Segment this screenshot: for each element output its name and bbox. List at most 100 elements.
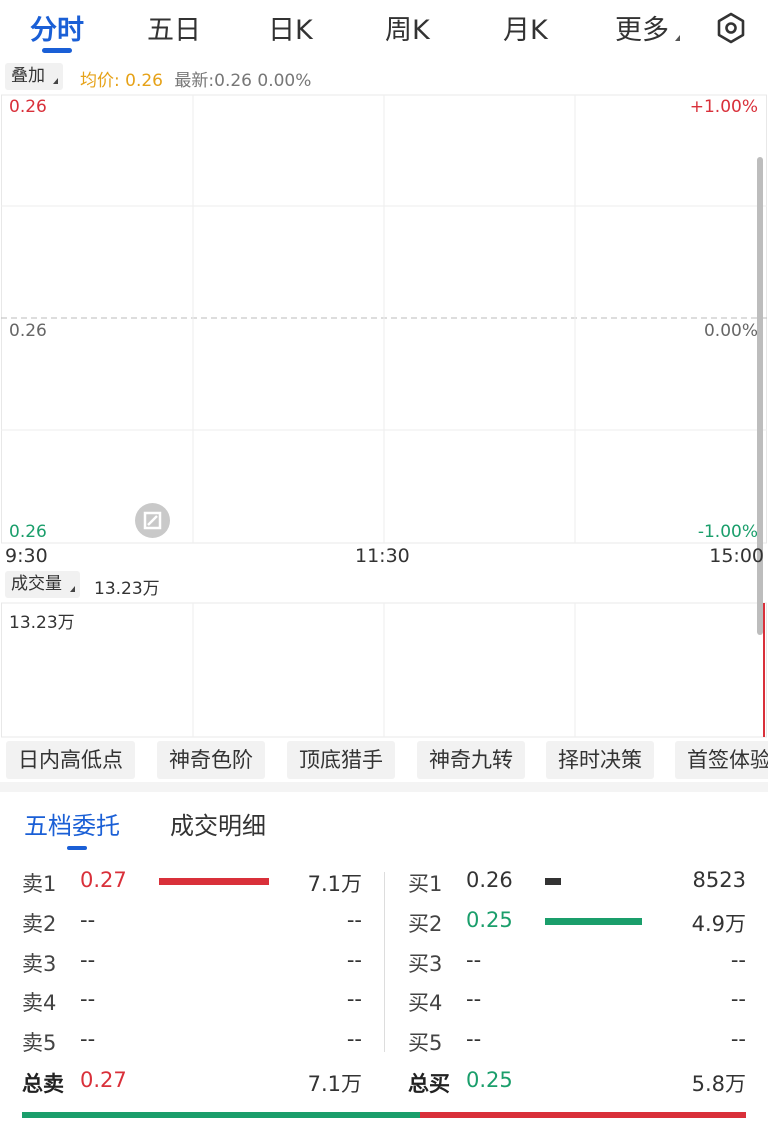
volume-label: 成交量 <box>11 574 62 594</box>
indicator-intraday-high-low[interactable]: 日内高低点 <box>6 741 135 779</box>
caret-down-icon <box>675 35 680 41</box>
section-separator <box>0 782 768 792</box>
tab-five-day[interactable]: 五日 <box>147 8 201 47</box>
settings-hexagon-icon[interactable] <box>714 11 748 45</box>
sell-price: -- <box>80 1027 96 1051</box>
indicator-magic-color[interactable]: 神奇色阶 <box>157 741 265 779</box>
buy-row-1: 买1 0.26 8523 <box>408 868 746 898</box>
book-divider <box>384 872 385 1052</box>
buy-ratio-bar <box>22 1112 420 1118</box>
expand-button[interactable] <box>135 503 170 538</box>
pct-axis-mid: 0.00% <box>703 321 758 341</box>
active-tab-indicator <box>42 48 72 53</box>
sell-row-5: 卖5 -- -- <box>22 1027 362 1057</box>
buy-volume: -- <box>730 987 746 1011</box>
time-axis-start: 9:30 <box>5 545 48 567</box>
buy-volume: 4.9万 <box>691 912 746 936</box>
sell-price: 0.27 <box>80 868 127 892</box>
buy-price: -- <box>466 948 482 972</box>
volume-bar <box>763 603 765 737</box>
buy-price: 0.25 <box>466 908 513 932</box>
buy-label: 买3 <box>408 952 443 976</box>
total-sell-row: 总卖 0.27 7.1万 <box>22 1068 362 1098</box>
pct-axis-bottom: -1.00% <box>697 522 758 542</box>
indicator-magic-nine[interactable]: 神奇九转 <box>417 741 525 779</box>
book-tab-indicator <box>67 846 87 850</box>
buy-price: -- <box>466 987 482 1011</box>
sell-row-1: 卖1 0.27 7.1万 <box>22 868 362 898</box>
tab-trade-details[interactable]: 成交明细 <box>170 806 266 841</box>
avg-price-label: 均价: <box>80 71 120 91</box>
buy-label: 买1 <box>408 872 443 896</box>
sell-volume: -- <box>346 908 362 932</box>
sell-price: -- <box>80 948 96 972</box>
price-info-bar: 均价: 0.26 最新:0.26 0.00% <box>80 66 311 91</box>
sell-volume: 7.1万 <box>307 872 362 896</box>
sell-volume: -- <box>346 948 362 972</box>
indicator-first-trial[interactable]: 首签体验 <box>675 741 768 779</box>
buy-price: -- <box>466 1027 482 1051</box>
tab-order-book[interactable]: 五档委托 <box>24 806 120 841</box>
period-tabs: 分时 五日 日K 周K 月K 更多 <box>0 0 768 58</box>
total-buy-row: 总买 0.25 5.8万 <box>408 1068 746 1098</box>
price-axis-top: 0.26 <box>9 97 47 117</box>
sell-ratio-bar <box>420 1112 746 1118</box>
tab-more-label: 更多 <box>615 15 669 46</box>
total-buy-price: 0.25 <box>466 1068 513 1092</box>
time-axis-mid: 11:30 <box>355 545 410 567</box>
overlay-label: 叠加 <box>11 66 45 86</box>
sell-label: 卖2 <box>22 912 57 936</box>
buy-row-4: 买4 -- -- <box>408 987 746 1017</box>
time-axis-end: 15:00 <box>709 545 764 567</box>
volume-value: 13.23万 <box>94 579 160 599</box>
sell-volume: -- <box>346 1027 362 1051</box>
buy-volume-bar <box>545 878 561 885</box>
sell-price: -- <box>80 908 96 932</box>
buy-volume: 8523 <box>692 868 746 892</box>
sell-volume: -- <box>346 987 362 1011</box>
sell-volume-bar <box>159 878 269 885</box>
caret-icon <box>53 78 58 84</box>
tab-monthly-k[interactable]: 月K <box>503 8 548 47</box>
sell-price: -- <box>80 987 96 1011</box>
total-sell-volume: 7.1万 <box>307 1072 362 1096</box>
volume-axis-max: 13.23万 <box>9 613 75 633</box>
tab-intraday[interactable]: 分时 <box>30 8 84 47</box>
indicator-timing-decision[interactable]: 择时决策 <box>546 741 654 779</box>
sell-label: 卖3 <box>22 952 57 976</box>
tab-weekly-k[interactable]: 周K <box>385 8 430 47</box>
total-sell-price: 0.27 <box>80 1068 127 1092</box>
price-axis-bottom: 0.26 <box>9 522 47 542</box>
total-buy-volume: 5.8万 <box>691 1072 746 1096</box>
buy-label: 买4 <box>408 991 443 1015</box>
avg-price-value: 0.26 <box>125 71 163 91</box>
tab-daily-k[interactable]: 日K <box>268 8 313 47</box>
pct-axis-top: +1.00% <box>689 97 758 117</box>
latest-price-text: 最新:0.26 0.00% <box>174 71 312 91</box>
volume-indicator-button[interactable]: 成交量 <box>5 571 80 598</box>
buy-volume-bar <box>545 918 642 925</box>
caret-icon <box>70 586 75 592</box>
sell-label: 卖5 <box>22 1031 57 1055</box>
total-buy-label: 总买 <box>408 1072 450 1096</box>
sell-row-3: 卖3 -- -- <box>22 948 362 978</box>
indicator-strip: 日内高低点 神奇色阶 顶底猎手 神奇九转 择时决策 首签体验 <box>0 741 768 781</box>
overlay-button[interactable]: 叠加 <box>5 63 63 90</box>
buy-row-3: 买3 -- -- <box>408 948 746 978</box>
total-sell-label: 总卖 <box>22 1072 64 1096</box>
buy-volume: -- <box>730 1027 746 1051</box>
sell-row-2: 卖2 -- -- <box>22 908 362 938</box>
sell-row-4: 卖4 -- -- <box>22 987 362 1017</box>
buy-volume: -- <box>730 948 746 972</box>
intraday-chart[interactable] <box>0 94 768 744</box>
price-axis-mid: 0.26 <box>9 321 47 341</box>
buy-row-2: 买2 0.25 4.9万 <box>408 908 746 938</box>
buy-price: 0.26 <box>466 868 513 892</box>
indicator-top-bottom-hunter[interactable]: 顶底猎手 <box>287 741 395 779</box>
buy-label: 买2 <box>408 912 443 936</box>
sell-label: 卖1 <box>22 872 57 896</box>
expand-arrow-icon <box>143 511 162 530</box>
buy-label: 买5 <box>408 1031 443 1055</box>
buy-row-5: 买5 -- -- <box>408 1027 746 1057</box>
tab-more[interactable]: 更多 <box>615 8 680 47</box>
